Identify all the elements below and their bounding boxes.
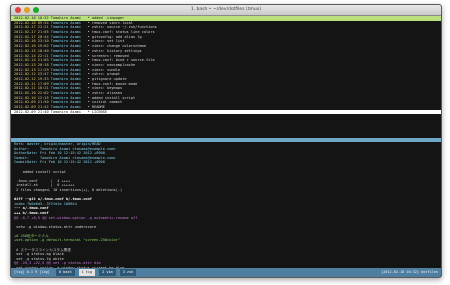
log-author: Tomohiro Asami [48, 20, 88, 25]
diff-content: Refs: master, origin/master, origin/HEAD… [11, 142, 441, 277]
log-date: 2012-02-14 21:03 [14, 58, 49, 63]
log-author: Tomohiro Asami [48, 100, 88, 105]
log-message: • tmux.conf: mouse mode [87, 81, 138, 86]
log-date: 2012-02-11 10:21 [14, 86, 49, 91]
log-message: • vimrc: change colorscheme [87, 44, 146, 49]
log-message: • vimrc: set list [87, 39, 125, 44]
log-date: 2012-02-16 19:02 [14, 44, 49, 49]
log-message: • vimrc: keymaps [87, 86, 123, 91]
log-message: • vimrc: vundle [87, 67, 121, 72]
log-date: 2012-02-10 12:15 [14, 95, 49, 100]
log-date: 2012-02-10 22:02 [14, 91, 49, 95]
log-message: • gitignore update [87, 76, 127, 81]
log-date: 2012-02-13 11:29 [14, 67, 49, 72]
log-message: • screenrc: removed [87, 53, 129, 58]
terminal-area[interactable]: 2012-02-18 10:32 Tomohiro Asami * added … [11, 16, 441, 277]
log-message: • zshrc: prompt [87, 72, 121, 77]
log-author: Tomohiro Asami [48, 30, 88, 35]
log-message: • zshrc: history settings [87, 48, 142, 53]
log-date: 2012-02-12 23:47 [14, 72, 49, 77]
log-message: • added install script [87, 95, 136, 100]
log-date: 2012-02-17 20:44 [14, 34, 49, 39]
log-date: 2012-02-09 21:42 [14, 105, 49, 110]
log-author: Tomohiro Asami [48, 53, 88, 58]
log-author: Tomohiro Asami [48, 44, 88, 49]
log-date: 2012-02-09 21:50 [14, 100, 49, 105]
log-author: Tomohiro Asami [48, 105, 88, 110]
log-author: Tomohiro Asami [48, 86, 88, 91]
log-message: • initial commit [87, 100, 123, 105]
terminal-window: 1. bash • ~/dev/dotfiles (tmux) 2012-02-… [10, 4, 442, 278]
log-author: Tomohiro Asami [48, 76, 88, 81]
title-bar: 1. bash • ~/dev/dotfiles (tmux) [11, 5, 441, 16]
status-left-text: [tig] 0.1 9 [log] [14, 270, 50, 274]
log-list: 2012-02-18 09:54 Tomohiro Asami • remove… [11, 21, 441, 110]
log-message: • zshrc: aliases [87, 91, 123, 95]
log-message: • README [87, 105, 105, 110]
log-author: Tomohiro Asami [48, 39, 88, 44]
diff-pane[interactable]: Refs: master, origin/master, origin/HEAD… [11, 142, 441, 277]
log-date: 2012-02-18 09:54 [14, 20, 49, 25]
log-message: • vimrc: neocomplcache [87, 62, 136, 67]
window-title: 1. bash • ~/dev/dotfiles (tmux) [190, 7, 262, 12]
log-author: Tomohiro Asami [48, 48, 88, 53]
log-message: • tmux.conf: bind r source-file [87, 58, 155, 63]
tmux-window-tab[interactable]: 2 vim [99, 269, 116, 276]
log-date: 2012-02-11 17:09 [14, 81, 49, 86]
log-pane[interactable]: 2012-02-18 10:32 Tomohiro Asami * added … [11, 16, 441, 138]
status-right: [2012-02-18 10:32] dotfiles [381, 270, 438, 274]
log-date: 2012-02-17 22:21 [14, 25, 49, 30]
status-left: [tig] 0.1 9 [log] 0 bash 1 tig 2 vim 3 zsh [14, 268, 137, 277]
log-date: 2012-02-16 23:10 [14, 39, 49, 44]
log-date: 2012-02-15 18:40 [14, 48, 49, 53]
tmux-window-tab[interactable]: 1 tig [78, 269, 96, 276]
log-selected-line[interactable]: 2012-02-09 21:40 Tomohiro Asami * LICENS… [11, 109, 441, 115]
tmux-status-bar: [tig] 0.1 9 [log] 0 bash 1 tig 2 vim 3 zsh … [11, 268, 441, 277]
log-message: • tmux.conf: status line colors [87, 30, 155, 35]
log-date: 2012-02-17 21:05 [14, 30, 49, 35]
log-author: Tomohiro Asami [48, 25, 88, 30]
log-message: • zshrc: source ~/.zsh/functions [87, 25, 157, 30]
log-author: Tomohiro Asami [48, 67, 88, 72]
log-author: Tomohiro Asami [48, 34, 88, 39]
log-message: • gitconfig: add alias lg [87, 34, 142, 39]
log-author: Tomohiro Asami [48, 95, 88, 100]
log-author: Tomohiro Asami [48, 58, 88, 63]
log-date: 2012-02-14 22:11 [14, 53, 49, 58]
log-author: Tomohiro Asami [48, 62, 88, 67]
log-date: 2012-02-12 19:33 [14, 76, 49, 81]
log-message: • removed vimrc.local [87, 20, 134, 25]
log-date: 2012-02-13 20:18 [14, 62, 49, 67]
log-author: Tomohiro Asami [48, 72, 88, 77]
log-author: Tomohiro Asami [48, 81, 88, 86]
tmux-window-tab[interactable]: 0 bash [55, 269, 75, 276]
window-tabs: 0 bash 1 tig 2 vim 3 zsh [52, 269, 137, 276]
log-author: Tomohiro Asami [48, 91, 88, 95]
tmux-window-tab[interactable]: 3 zsh [119, 269, 137, 276]
